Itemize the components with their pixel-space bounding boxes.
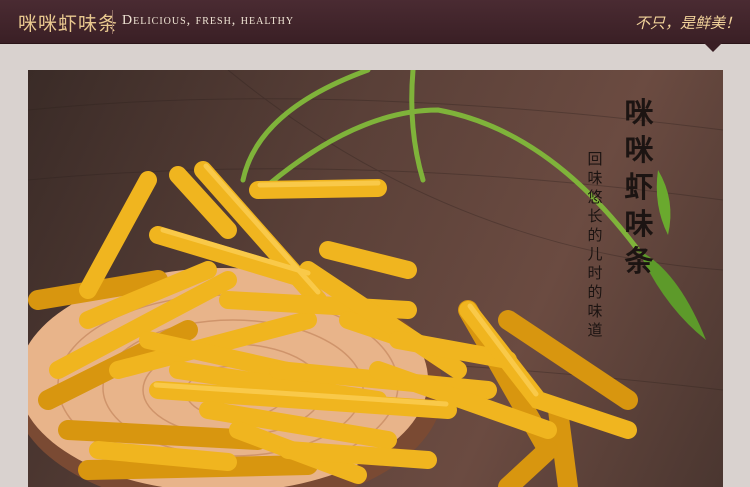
header-divider — [112, 10, 113, 34]
header-tagline: Delicious, fresh, healthy — [122, 13, 295, 28]
brand-logo-text[interactable]: 咪咪虾味条 — [18, 9, 118, 35]
subtitle-char: 儿 — [587, 245, 603, 263]
product-photo: 咪 咪 虾 味 条 回 味 悠 长 的 儿 时 的 味 道 — [28, 70, 723, 487]
subtitle-char: 悠 — [587, 188, 603, 206]
header-bar: 咪咪虾味条 Delicious, fresh, healthy 不只，是鲜美！ — [0, 0, 750, 44]
header-notch — [704, 43, 722, 52]
subtitle-char: 味 — [587, 302, 603, 320]
title-char: 咪 — [624, 133, 654, 167]
vertical-subtitle: 回 味 悠 长 的 儿 时 的 味 道 — [585, 150, 605, 340]
subtitle-char: 回 — [587, 150, 603, 168]
title-char: 条 — [624, 244, 654, 278]
snack-illustration — [28, 70, 723, 487]
subtitle-char: 的 — [587, 283, 603, 301]
title-char: 虾 — [624, 170, 654, 204]
subtitle-char: 道 — [587, 321, 603, 339]
vertical-title: 咪 咪 虾 味 条 — [620, 95, 658, 280]
subtitle-char: 味 — [587, 169, 603, 187]
title-char: 味 — [624, 207, 654, 241]
header-slogan: 不只，是鲜美！ — [634, 14, 740, 32]
subtitle-char: 的 — [587, 226, 603, 244]
title-char: 咪 — [624, 96, 654, 130]
subtitle-char: 长 — [587, 207, 603, 225]
subtitle-char: 时 — [587, 264, 603, 282]
